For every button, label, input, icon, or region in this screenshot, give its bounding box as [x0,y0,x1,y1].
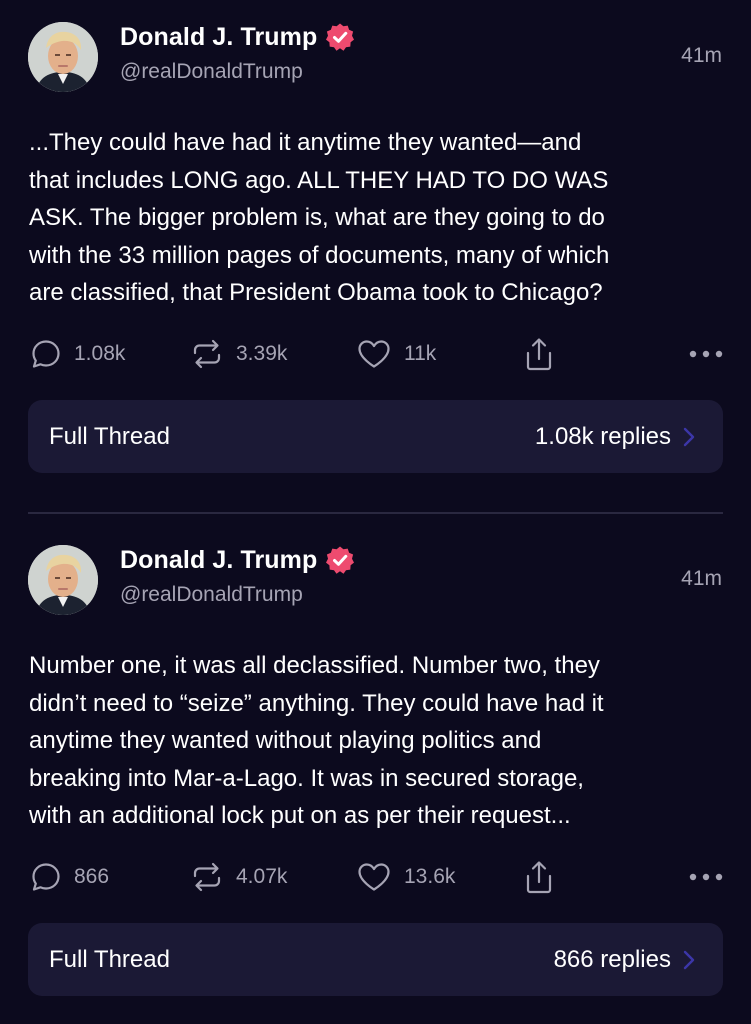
like-button[interactable]: 13.6k [356,857,455,897]
reply-count: 1.08k [74,342,126,365]
full-thread-label: Full Thread [49,422,170,450]
post-timestamp: 41m [681,567,722,590]
author-name[interactable]: Donald J. Trump [120,546,317,575]
repost-button[interactable]: 4.07k [190,857,287,897]
comment-bubble-icon [32,863,60,891]
comment-bubble-icon [32,340,60,368]
like-button[interactable]: 11k [356,334,436,374]
post-divider [28,512,723,514]
repost-arrows-icon [193,862,221,892]
repost-count: 4.07k [236,865,288,888]
post-timestamp: 41m [681,44,722,67]
share-upload-icon [526,338,552,371]
thread-reply-summary: 1.08k replies [535,423,695,451]
avatar[interactable] [28,22,98,92]
chevron-right-icon [683,950,695,970]
author-row: Donald J. Trump [120,22,355,52]
repost-button[interactable]: 3.39k [190,334,287,374]
action-bar: 866 4.07k 13.6k [0,857,751,897]
verified-badge-icon [326,546,355,574]
more-options-button[interactable] [688,857,724,897]
reply-count: 866 [74,865,110,888]
full-thread-label: Full Thread [49,945,170,973]
thread-reply-count: 1.08k replies [534,422,671,450]
author-handle[interactable]: @realDonaldTrump [120,583,303,607]
more-dots-icon [689,350,723,358]
author-name[interactable]: Donald J. Trump [120,23,317,52]
like-count: 11k [404,342,437,365]
reply-button[interactable]: 866 [30,857,109,897]
action-bar: 1.08k 3.39k 11k [0,334,751,374]
repost-arrows-icon [193,339,221,369]
thread-reply-count: 866 replies [553,945,671,973]
share-upload-icon [526,861,552,894]
thread-reply-summary: 866 replies [554,946,695,974]
heart-icon [358,340,390,368]
author-row: Donald J. Trump [120,545,355,575]
reply-button[interactable]: 1.08k [30,334,125,374]
more-options-button[interactable] [688,334,724,374]
like-count: 13.6k [404,865,456,888]
author-handle[interactable]: @realDonaldTrump [120,60,303,84]
full-thread-button[interactable]: Full Thread 1.08k replies [28,400,723,473]
chevron-right-icon [683,427,695,447]
more-dots-icon [689,873,723,881]
post-text: Number one, it was all declassified. Num… [29,652,604,829]
repost-count: 3.39k [236,342,288,365]
full-thread-button[interactable]: Full Thread 866 replies [28,923,723,996]
post-text: ...They could have had it anytime they w… [29,129,610,306]
share-button[interactable] [524,334,554,374]
verified-badge-icon [326,23,355,51]
heart-icon [358,863,390,891]
avatar[interactable] [28,545,98,615]
share-button[interactable] [524,857,554,897]
